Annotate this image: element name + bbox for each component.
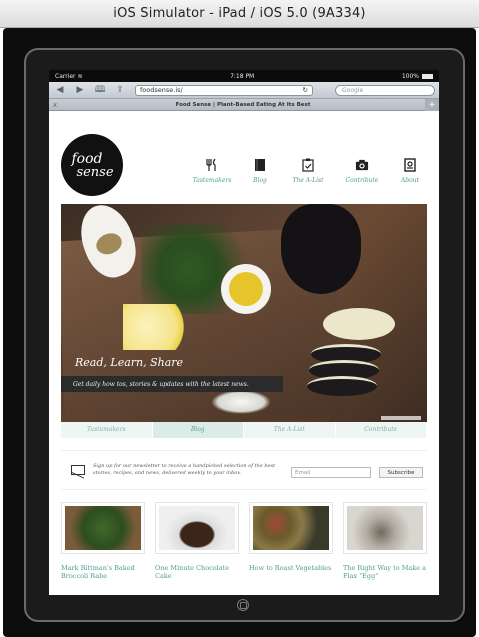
subscribe-button[interactable]: Subscribe	[379, 467, 423, 478]
article-card[interactable]: One Minute Chocolate Cake	[155, 502, 239, 581]
article-card[interactable]: Mark Bittman's Baked Broccoli Rabe	[61, 502, 145, 581]
feature-tab-tastemakers[interactable]: Tastemakers	[61, 422, 153, 438]
article-card[interactable]: The Right Way to Make a Flax "Egg"	[343, 502, 427, 581]
eggplant-slice	[307, 376, 377, 396]
window-title: iOS Simulator - iPad / iOS 5.0 (9A334)	[113, 6, 366, 21]
article-title[interactable]: The Right Way to Make a Flax "Egg"	[343, 564, 427, 581]
salt-pile	[211, 390, 271, 414]
hero-image[interactable]: Read, Learn, Share Get daily how tos, st…	[61, 204, 427, 422]
home-button[interactable]	[237, 599, 249, 611]
lemon-wedges	[123, 304, 193, 350]
eggplant	[281, 204, 361, 294]
hero-title: Read, Learn, Share	[75, 356, 184, 369]
page-content: Read, Learn, Share Get daily how tos, st…	[49, 70, 439, 595]
email-field[interactable]: Email	[291, 467, 371, 478]
newsletter-text: Sign up for our newsletter to receive a …	[93, 463, 276, 476]
article-title[interactable]: Mark Bittman's Baked Broccoli Rabe	[61, 564, 145, 581]
article-thumbnail[interactable]	[155, 502, 239, 554]
eggplant-slice	[323, 308, 395, 340]
article-title[interactable]: How to Roast Vegetables	[249, 564, 333, 572]
article-thumbnail[interactable]	[249, 502, 333, 554]
feature-tabs: Tastemakers Blog The A-List Contribute	[61, 422, 427, 438]
article-thumbnail[interactable]	[61, 502, 145, 554]
feature-tab-blog[interactable]: Blog	[152, 422, 244, 438]
photo-credit	[381, 416, 421, 420]
hero-banner: Get daily how tos, stories & updates wit…	[61, 376, 283, 392]
simulator-title-bar: iOS Simulator - iPad / iOS 5.0 (9A334)	[0, 0, 479, 28]
newsletter-signup: Sign up for our newsletter to receive a …	[61, 450, 427, 490]
article-title[interactable]: One Minute Chocolate Cake	[155, 564, 239, 581]
article-list: Mark Bittman's Baked Broccoli Rabe One M…	[61, 502, 427, 581]
envelope-icon	[71, 465, 85, 475]
feature-tab-a-list[interactable]: The A-List	[244, 422, 336, 438]
article-thumbnail[interactable]	[343, 502, 427, 554]
feature-tab-contribute[interactable]: Contribute	[335, 422, 427, 438]
oil-bowl	[221, 264, 271, 314]
article-card[interactable]: How to Roast Vegetables	[249, 502, 333, 581]
